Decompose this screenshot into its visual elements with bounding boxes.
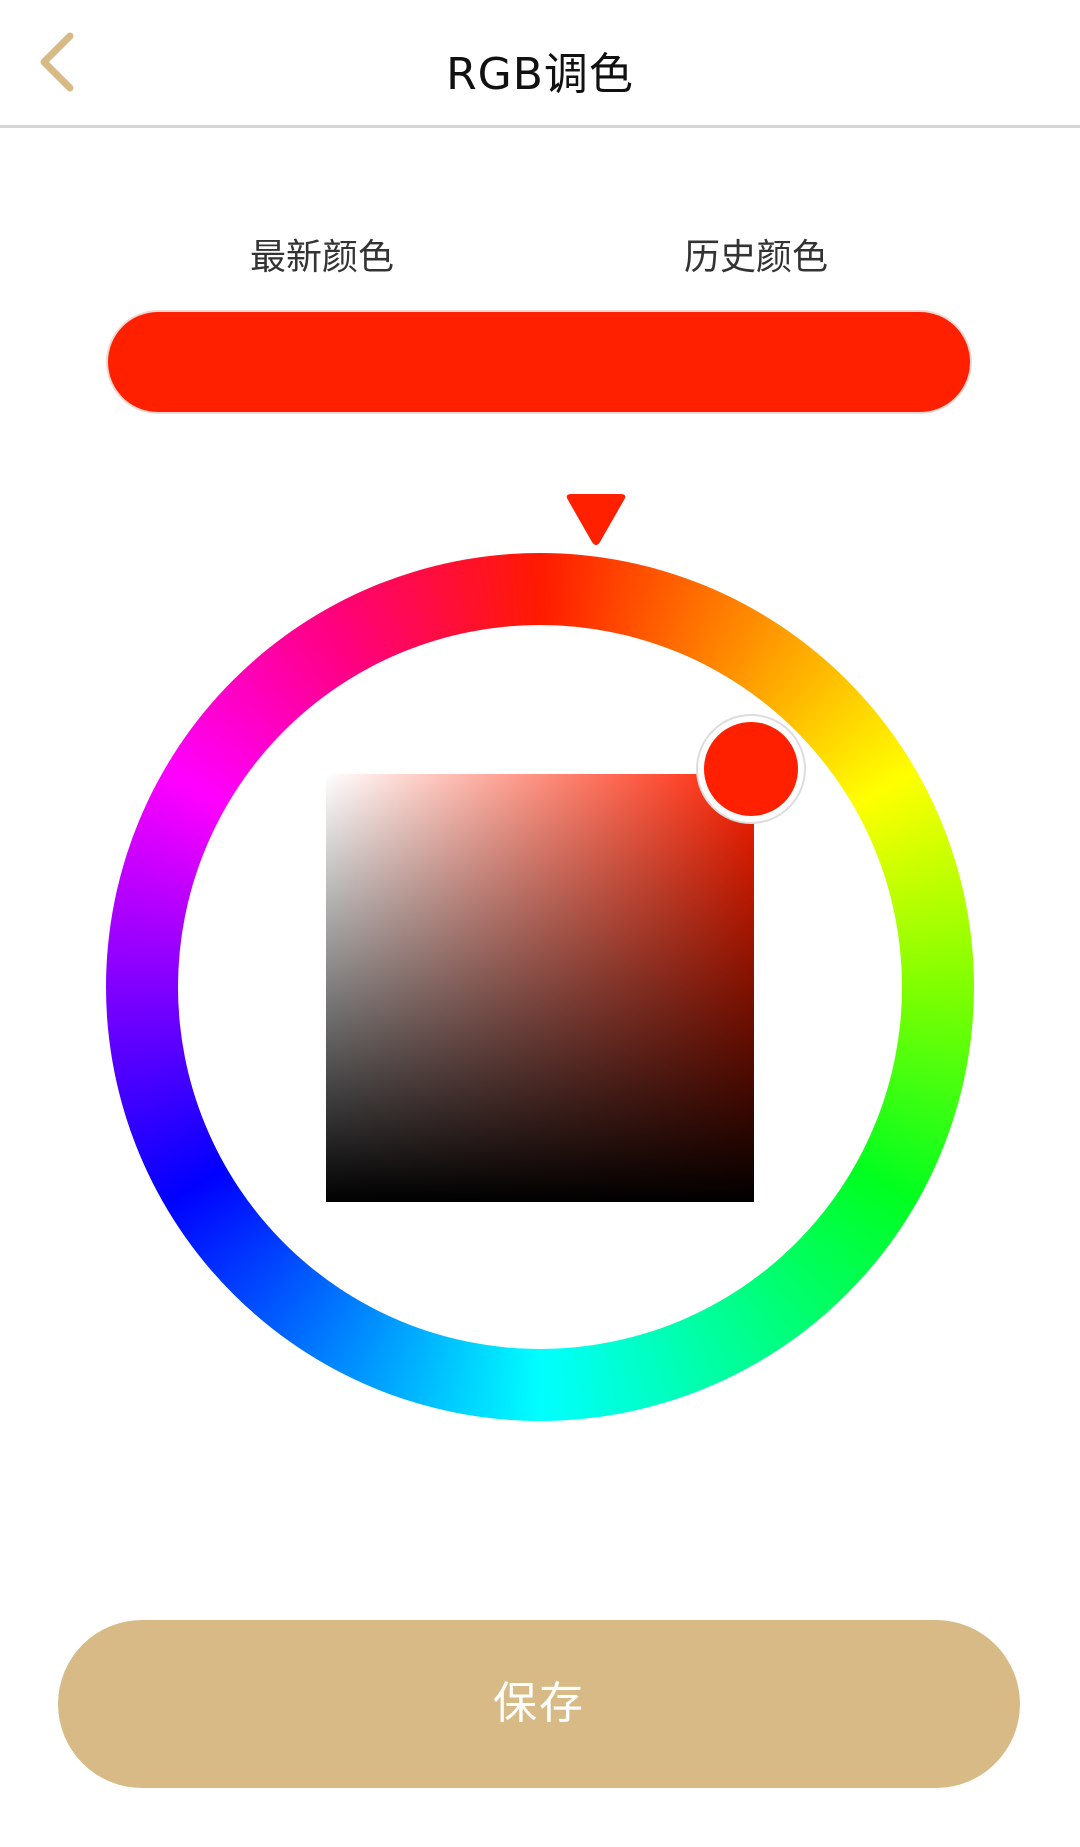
current-color-preview <box>108 312 970 412</box>
page-title: RGB调色 <box>446 49 634 100</box>
color-tabs: 最新颜色 历史颜色 <box>0 228 1080 288</box>
header: RGB调色 <box>0 0 1080 128</box>
color-selector-handle[interactable] <box>698 716 804 822</box>
save-button[interactable]: 保存 <box>58 1620 1020 1788</box>
selected-color-swatch <box>704 722 798 816</box>
tab-history-colors[interactable]: 历史颜色 <box>684 228 828 280</box>
tab-latest-colors[interactable]: 最新颜色 <box>250 228 394 280</box>
color-picker <box>0 470 1080 1450</box>
page: RGB调色 最新颜色 历史颜色 保存 <box>0 0 1080 1847</box>
hue-pointer-icon[interactable] <box>560 490 632 552</box>
saturation-value-square[interactable] <box>326 774 754 1202</box>
